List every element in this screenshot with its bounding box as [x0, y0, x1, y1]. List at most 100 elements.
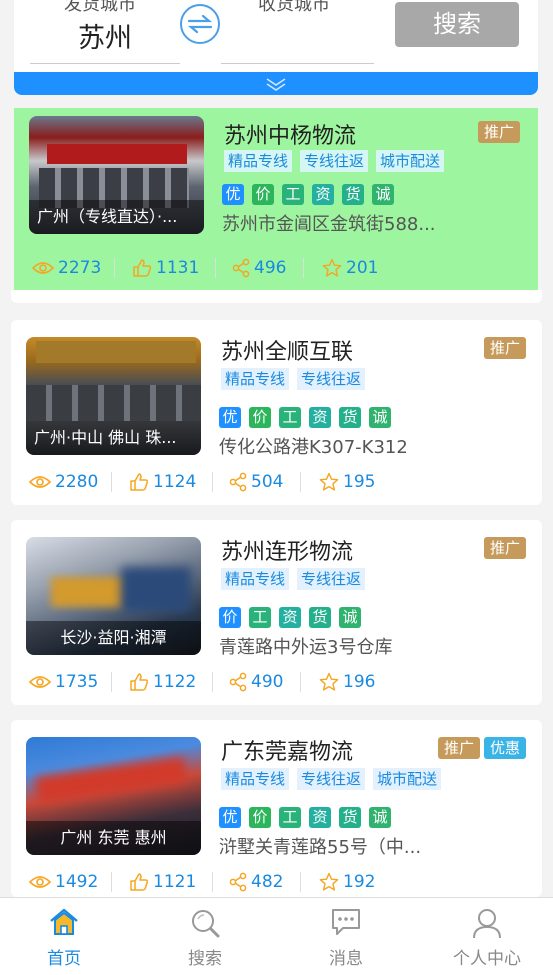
credential-badge: 工	[279, 407, 301, 428]
shares-count: 490	[251, 672, 284, 692]
credential-badge: 资	[312, 184, 334, 205]
share-icon	[229, 472, 247, 492]
shares-count: 482	[251, 872, 284, 892]
favorites-stat[interactable]: 192	[319, 872, 375, 892]
promo-badge: 推广	[437, 737, 480, 759]
divider	[300, 872, 301, 892]
company-name: 苏州全顺互联	[221, 340, 354, 365]
credential-badge: 诚	[339, 607, 361, 628]
service-tag: 精品专线	[224, 150, 293, 172]
credential-badge: 价	[249, 407, 271, 428]
credential-badge: 价	[249, 807, 271, 828]
expand-filter-bar[interactable]	[14, 72, 538, 95]
views-count: 2273	[58, 258, 102, 278]
eye-icon	[29, 676, 51, 688]
nav-home-label: 首页	[47, 949, 81, 969]
route-caption: 广州 东莞 惠州	[26, 821, 201, 855]
favorites-count: 195	[343, 472, 376, 492]
views-stat: 1735	[29, 672, 98, 692]
shares-count: 504	[251, 472, 284, 492]
shares-stat[interactable]: 496	[232, 258, 286, 278]
swap-icon	[187, 14, 213, 34]
service-tag: 精品专线	[221, 568, 290, 590]
search-panel: 发货城市 收货城市 苏州 搜索	[14, 0, 538, 72]
divider	[212, 872, 213, 892]
promo-badge: 推广	[483, 537, 526, 559]
credential-badge: 资	[309, 807, 331, 828]
credential-badge: 资	[279, 607, 301, 628]
credential-badge: 诚	[369, 807, 391, 828]
discount-badge: 优惠	[483, 737, 526, 759]
route-caption: 长沙·益阳·湘潭	[26, 621, 201, 655]
logistics-card[interactable]: 广州·中山 佛山 珠... 苏州全顺互联 推广 精品专线 专线往返 优 价 工 …	[11, 320, 542, 505]
user-icon	[473, 909, 501, 939]
shares-stat[interactable]: 482	[229, 872, 283, 892]
star-icon	[319, 672, 339, 691]
from-city-field[interactable]: 苏州	[30, 18, 180, 64]
nav-home[interactable]: 首页	[14, 898, 114, 975]
company-address: 青莲路中外运3号仓库	[219, 637, 393, 658]
search-button[interactable]: 搜索	[395, 2, 519, 47]
views-count: 1492	[55, 872, 99, 892]
search-icon	[192, 910, 220, 938]
likes-stat[interactable]: 1122	[129, 672, 196, 692]
credential-badge: 工	[279, 807, 301, 828]
divider	[212, 472, 213, 492]
company-photo: 广州 东莞 惠州	[26, 737, 201, 855]
likes-stat[interactable]: 1121	[129, 872, 196, 892]
from-city-label: 发货城市	[64, 0, 136, 15]
nav-messages[interactable]: 消息	[296, 898, 396, 975]
service-tag: 城市配送	[373, 768, 442, 790]
divider	[303, 258, 304, 278]
divider	[111, 472, 112, 492]
divider	[111, 672, 112, 692]
thumbs-up-icon	[130, 473, 149, 491]
eye-icon	[29, 476, 51, 488]
message-icon	[332, 909, 360, 935]
star-icon	[319, 872, 339, 891]
favorites-stat[interactable]: 201	[322, 258, 378, 278]
swap-cities-button[interactable]	[180, 4, 220, 44]
company-address: 浒墅关青莲路55号（中...	[219, 837, 422, 858]
credential-badge: 货	[339, 807, 361, 828]
credential-badge: 价	[219, 607, 241, 628]
service-tag: 精品专线	[221, 768, 290, 790]
to-city-field[interactable]	[221, 18, 374, 64]
views-stat: 2273	[32, 258, 101, 278]
likes-stat[interactable]: 1124	[129, 472, 196, 492]
promo-badge: 推广	[477, 121, 520, 143]
shares-stat[interactable]: 490	[229, 672, 283, 692]
divider	[215, 258, 216, 278]
thumbs-up-icon	[130, 673, 149, 691]
shares-stat[interactable]: 504	[229, 472, 283, 492]
promo-badge: 推广	[483, 337, 526, 359]
views-count: 2280	[55, 472, 99, 492]
credential-badge: 工	[282, 184, 304, 205]
logistics-card[interactable]: 广州（专线直达）·... 苏州中杨物流 推广 精品专线 专线往返 城市配送 优 …	[14, 108, 538, 290]
credential-badge: 货	[342, 184, 364, 205]
logistics-card[interactable]: 广州 东莞 惠州 广东莞嘉物流 推广 优惠 精品专线 专线往返 城市配送 优 价…	[11, 720, 542, 897]
likes-stat[interactable]: 1131	[132, 258, 199, 278]
shares-count: 496	[254, 258, 287, 278]
views-count: 1735	[55, 672, 99, 692]
favorites-stat[interactable]: 195	[319, 472, 375, 492]
share-icon	[232, 258, 250, 278]
credential-badge: 资	[309, 407, 331, 428]
thumbs-up-icon	[130, 873, 149, 891]
service-tag: 专线往返	[297, 568, 366, 590]
favorites-stat[interactable]: 196	[319, 672, 375, 692]
credential-badge: 货	[339, 407, 361, 428]
service-tag: 专线往返	[297, 368, 366, 390]
share-icon	[229, 672, 247, 692]
service-tag: 城市配送	[376, 150, 445, 172]
route-caption: 广州（专线直达）·...	[29, 200, 204, 234]
company-photo: 广州（专线直达）·...	[29, 116, 204, 234]
nav-profile[interactable]: 个人中心	[437, 898, 537, 975]
company-photo: 长沙·益阳·湘潭	[26, 537, 201, 655]
nav-search[interactable]: 搜索	[155, 898, 255, 975]
divider	[300, 472, 301, 492]
credential-badge: 优	[219, 407, 241, 428]
company-name: 苏州中杨物流	[224, 124, 357, 149]
logistics-card[interactable]: 长沙·益阳·湘潭 苏州连形物流 推广 精品专线 专线往返 价 工 资 货 诚 青…	[11, 520, 542, 705]
company-name: 苏州连形物流	[221, 540, 354, 565]
